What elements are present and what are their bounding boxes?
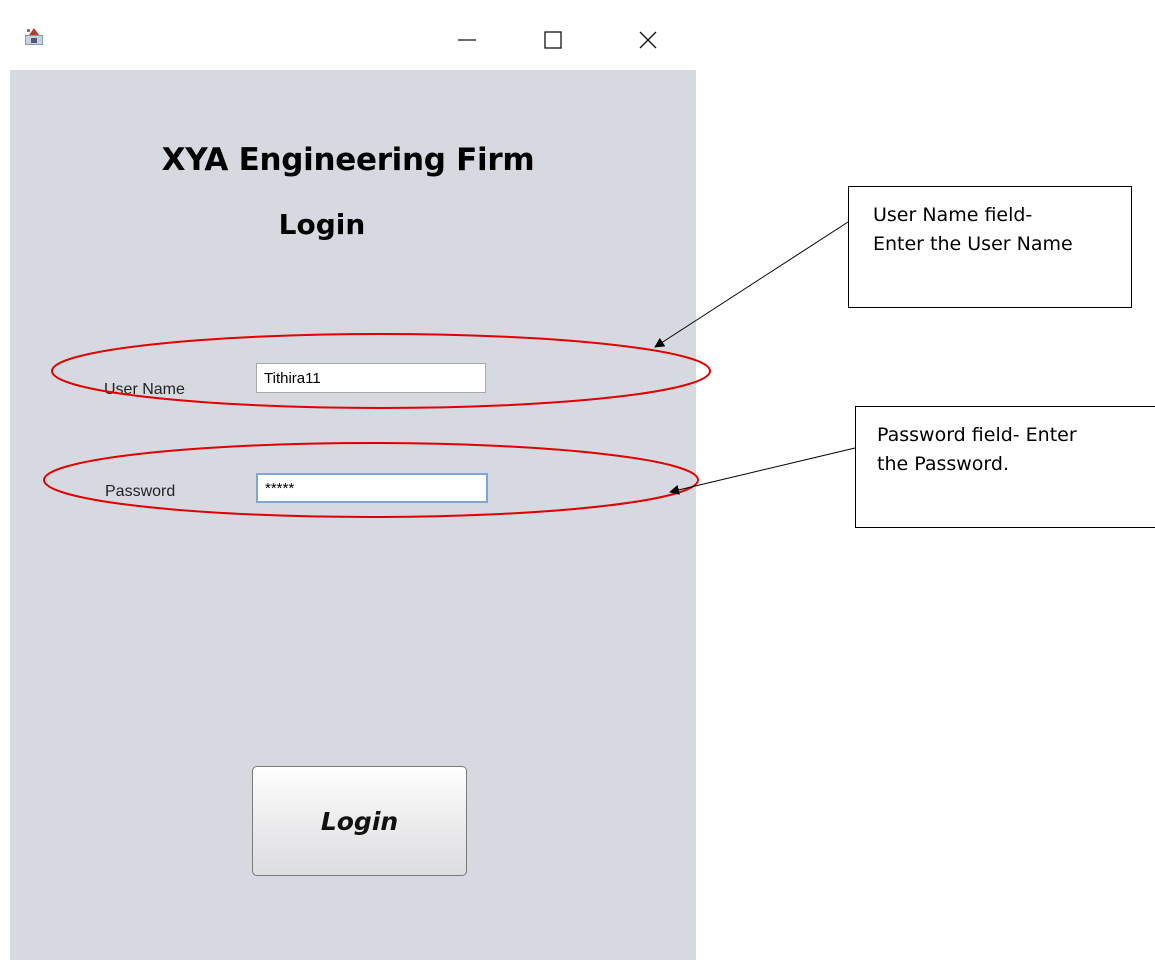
password-callout: Password field- Enter the Password.: [855, 406, 1155, 528]
password-callout-line: the Password.: [877, 453, 1010, 475]
login-heading: Login: [278, 208, 366, 241]
close-button[interactable]: [628, 22, 668, 58]
page: XYA Engineering Firm Login User Name Pas…: [0, 0, 1155, 960]
java-app-icon: [24, 26, 44, 46]
username-callout-line: User Name field-: [873, 204, 1033, 226]
minimize-button[interactable]: [447, 22, 487, 58]
company-heading: XYA Engineering Firm: [161, 142, 535, 178]
maximize-icon: [544, 31, 562, 49]
password-label: Password: [105, 483, 176, 500]
username-callout-line: Enter the User Name: [873, 233, 1073, 255]
username-input[interactable]: [256, 363, 486, 393]
title-bar: [10, 10, 696, 70]
password-input[interactable]: [256, 473, 488, 503]
minimize-icon: [458, 39, 476, 41]
close-icon: [639, 31, 657, 49]
username-label: User Name: [104, 381, 185, 398]
password-callout-arrow: [669, 447, 856, 495]
maximize-button[interactable]: [533, 22, 573, 58]
login-button-label: Login: [320, 806, 399, 836]
login-button[interactable]: Login: [252, 766, 467, 876]
password-callout-line: Password field- Enter: [877, 424, 1077, 446]
username-callout: User Name field- Enter the User Name: [848, 186, 1132, 308]
